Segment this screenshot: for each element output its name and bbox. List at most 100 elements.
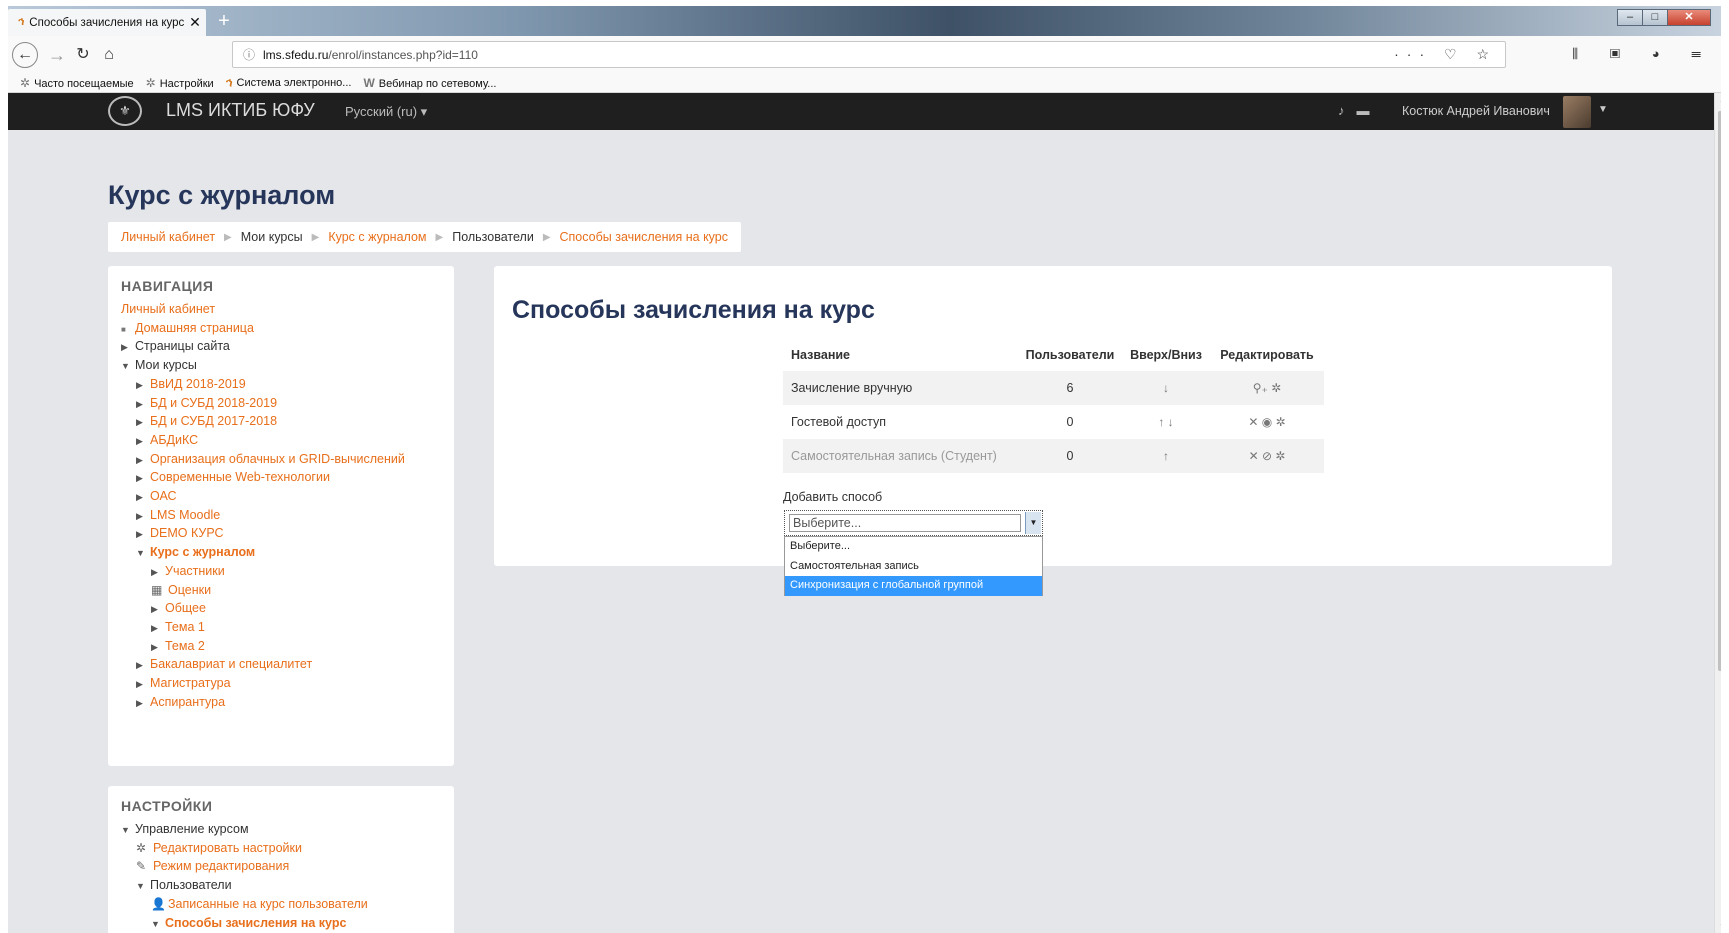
- home-button[interactable]: ⌂: [96, 42, 122, 68]
- tree-item[interactable]: Личный кабинет: [121, 302, 215, 316]
- dropdown-option[interactable]: Самостоятельная запись: [785, 557, 1042, 577]
- dropdown-option-selected[interactable]: Синхронизация с глобальной группой: [785, 576, 1042, 596]
- minimize-button[interactable]: –: [1617, 9, 1643, 26]
- chevron-down-icon[interactable]: ▼: [1598, 104, 1608, 115]
- bookmark-item[interactable]: ኅ Система электронно...: [226, 75, 352, 90]
- tree-item-label: Способы зачисления на курс: [165, 915, 347, 930]
- breadcrumb-item[interactable]: Личный кабинет: [121, 230, 215, 244]
- edit-actions-icons[interactable]: ✕ ⊘ ✲: [1210, 449, 1324, 463]
- forward-button[interactable]: →: [44, 42, 70, 68]
- user-icon: 👤: [151, 896, 166, 911]
- breadcrumb-item[interactable]: Курс с журналом: [328, 230, 426, 244]
- browser-tab[interactable]: ኅ Способы зачисления на курс ✕: [8, 9, 206, 36]
- move-up-down-icons[interactable]: ↑ ↓: [1122, 415, 1210, 429]
- add-method-select[interactable]: Выберите... ▼: [784, 510, 1043, 536]
- move-down-icon[interactable]: ↓: [1122, 381, 1210, 395]
- column-header: Редактировать: [1220, 347, 1314, 362]
- tree-item[interactable]: ▼ Мои курсы: [121, 358, 197, 372]
- page-actions-icons[interactable]: ··· ♡ ☆: [1394, 46, 1497, 63]
- tree-item[interactable]: ▶ Магистратура: [136, 676, 231, 690]
- avatar[interactable]: [1563, 96, 1591, 128]
- collapse-arrow-icon: ▼: [121, 361, 130, 372]
- tree-item[interactable]: ▶ Аспирантура: [136, 695, 225, 709]
- tree-item[interactable]: ■ Домашняя страница: [121, 321, 254, 335]
- dropdown-option[interactable]: Выберите...: [785, 537, 1042, 557]
- expand-arrow-icon: ▶: [136, 398, 143, 409]
- tree-item[interactable]: ▶ Организация облачных и GRID-вычислений: [136, 452, 405, 466]
- tree-item[interactable]: ▶ DEMO КУРС: [136, 526, 224, 540]
- scroll-down-icon[interactable]: ▼: [1719, 922, 1721, 931]
- site-brand[interactable]: LMS ИКТИБ ЮФУ: [166, 100, 315, 121]
- tree-item[interactable]: ▶ ВвИД 2018-2019: [136, 377, 246, 391]
- user-name[interactable]: Костюк Андрей Иванович: [1402, 104, 1550, 118]
- tree-item[interactable]: ▼ Курс с журналом: [136, 545, 255, 559]
- tab-bar: ኅ Способы зачисления на курс ✕ + – □ ✕: [8, 6, 1721, 36]
- tree-item-label: БД и СУБД 2018-2019: [150, 395, 278, 410]
- expand-arrow-icon: ▶: [136, 529, 143, 540]
- expand-arrow-icon: ▶: [136, 492, 143, 502]
- tree-item[interactable]: ▶ Тема 1: [151, 620, 205, 634]
- scroll-up-icon[interactable]: ▲: [1719, 95, 1721, 104]
- tree-item-label: ВвИД 2018-2019: [150, 376, 246, 391]
- edit-actions-icons[interactable]: ✕ ◉ ✲: [1210, 415, 1324, 429]
- tree-item[interactable]: ▶ LMS Moodle: [136, 508, 220, 522]
- maximize-button[interactable]: □: [1642, 9, 1668, 26]
- breadcrumb-item[interactable]: Мои курсы: [241, 230, 303, 244]
- info-icon[interactable]: ⓘ: [243, 46, 255, 63]
- url-path: /enrol/instances.php?id=110: [328, 47, 478, 62]
- expand-arrow-icon: ▶: [136, 473, 143, 484]
- tree-item[interactable]: ▶ АБДиКС: [136, 433, 198, 447]
- tree-item-label: Управление курсом: [135, 822, 249, 836]
- collapse-arrow-icon: ▼: [151, 918, 160, 929]
- tree-item[interactable]: ▶ Участники: [151, 564, 225, 578]
- tree-item[interactable]: ▶ Страницы сайта: [121, 339, 230, 353]
- toolbar-icons[interactable]: ⫼ ▣ ◕ ☰: [1572, 46, 1715, 62]
- tree-item[interactable]: ✎ Режим редактирования: [136, 859, 289, 873]
- select-value[interactable]: Выберите...: [789, 514, 1021, 532]
- tree-item[interactable]: ▶ БД и СУБД 2017-2018: [136, 414, 277, 428]
- tree-item[interactable]: ▼ Пользователи: [136, 878, 232, 892]
- edit-actions-icons[interactable]: ⚲₊ ✲: [1210, 381, 1324, 395]
- window-close-button[interactable]: ✕: [1667, 9, 1711, 26]
- navigation-block: НАВИГАЦИЯ Личный кабинет ■ Домашняя страни…: [108, 266, 454, 766]
- tree-item-label: Бакалавриат и специалитет: [150, 657, 313, 672]
- tree-item[interactable]: ▶ Общее: [151, 601, 206, 615]
- tree-item[interactable]: ▶ ОАС: [136, 489, 177, 503]
- expand-arrow-icon: ▶: [136, 660, 143, 671]
- tree-item[interactable]: ▦ Оценки: [151, 583, 211, 597]
- tab-title: Способы зачисления на курс: [29, 16, 184, 29]
- expand-arrow-icon: ▶: [136, 379, 143, 390]
- notifications-icon[interactable]: ♪: [1338, 103, 1357, 118]
- language-menu[interactable]: Русский (ru) ▾: [345, 104, 427, 120]
- reload-button[interactable]: ↻: [70, 42, 96, 68]
- tree-item[interactable]: ▶ БД и СУБД 2018-2019: [136, 396, 277, 410]
- breadcrumb-item[interactable]: Пользователи: [452, 230, 534, 244]
- address-bar[interactable]: ⓘ lms.sfedu.ru /enrol/instances.php?id=1…: [232, 41, 1506, 68]
- bookmark-item[interactable]: W Вебинар по сетевому...: [363, 76, 496, 90]
- chevron-down-icon[interactable]: ▼: [1025, 512, 1041, 534]
- breadcrumb-separator-icon: ▶: [224, 231, 232, 243]
- new-tab-button[interactable]: +: [214, 11, 234, 32]
- move-up-icon[interactable]: ↑: [1122, 449, 1210, 463]
- page-scrollbar[interactable]: ▲ ▼: [1714, 93, 1721, 933]
- bookmark-item[interactable]: ✲ Часто посещаемые: [20, 76, 134, 90]
- back-button[interactable]: ←: [12, 42, 38, 68]
- expand-arrow-icon: ▶: [121, 342, 128, 353]
- tree-item[interactable]: ▼ Управление курсом: [121, 822, 249, 836]
- tree-item[interactable]: ▶ Бакалавриат и специалитет: [136, 657, 312, 671]
- close-tab-icon[interactable]: ✕: [184, 14, 206, 31]
- table-header: Название Пользователи Вверх/Вниз Редакти…: [783, 338, 1324, 371]
- tree-item[interactable]: ▼ Способы зачисления на курс: [151, 916, 346, 930]
- messages-icon[interactable]: ▬: [1357, 103, 1382, 118]
- tree-item[interactable]: ✲ Редактировать настройки: [136, 841, 302, 855]
- tree-item[interactable]: 👤 Записанные на курс пользователи: [151, 897, 368, 911]
- tree-item-label: Общее: [165, 601, 206, 616]
- bookmark-item[interactable]: ✲ Настройки: [146, 76, 214, 90]
- tree-item[interactable]: ▶ Тема 2: [151, 639, 205, 653]
- scrollbar-thumb[interactable]: [1718, 111, 1721, 671]
- breadcrumb-item[interactable]: Способы зачисления на курс: [560, 230, 728, 244]
- tree-item-label: Страницы сайта: [135, 339, 230, 354]
- tree-item[interactable]: ▶ Современные Web-технологии: [136, 470, 330, 484]
- table-row: Зачисление вручную 6 ↓ ⚲₊ ✲: [783, 371, 1324, 405]
- site-logo[interactable]: ⚜: [108, 96, 142, 126]
